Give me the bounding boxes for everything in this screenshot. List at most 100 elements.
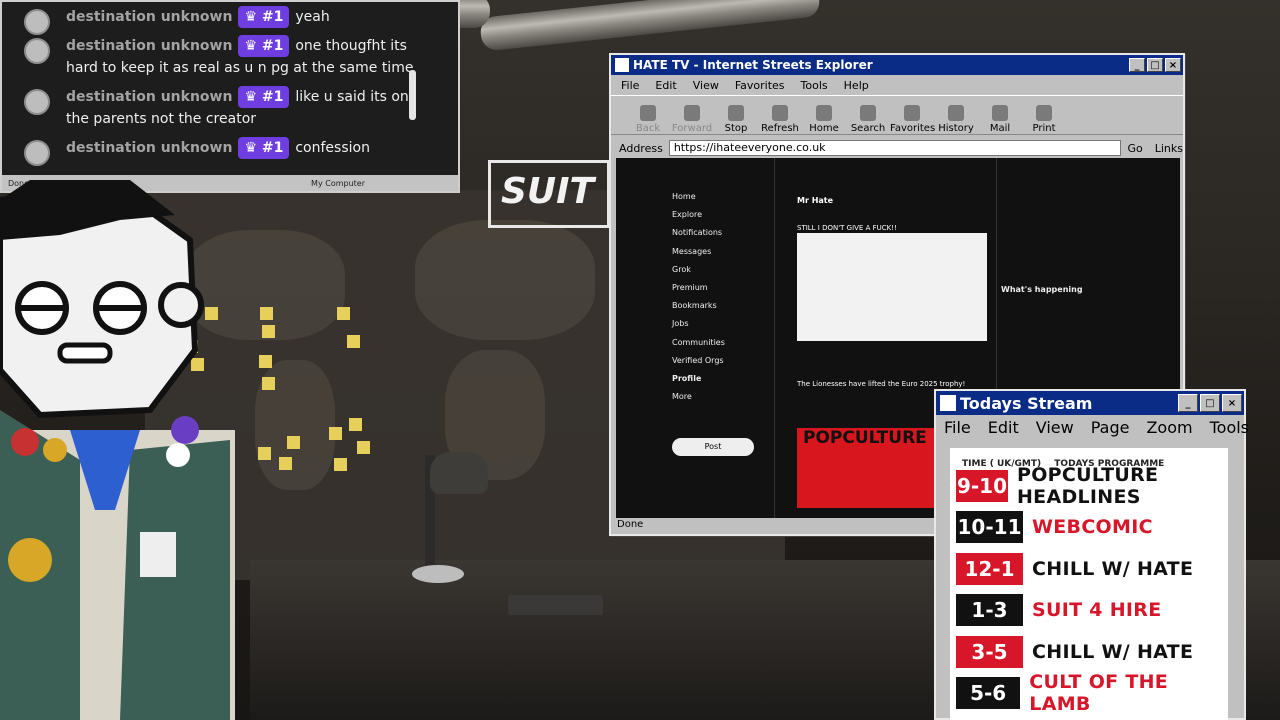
crown-badge: ♛ #1 bbox=[238, 35, 290, 57]
chat-window: destination unknown ♛ #1 yeah destination … bbox=[0, 0, 460, 193]
schedule-row: 1-3 SUIT 4 HIRE bbox=[956, 594, 1161, 626]
mr-hate-character bbox=[0, 180, 235, 720]
schedule-time: 3-5 bbox=[956, 636, 1023, 668]
address-label: Address bbox=[619, 141, 663, 155]
schedule-programme: POPCULTURE HEADLINES bbox=[1016, 464, 1159, 508]
schedule-programme: CHILL W/ HATE bbox=[1032, 558, 1194, 580]
go-button[interactable]: Go bbox=[1127, 142, 1142, 155]
schedule-row: 9-10 POPCULTURE HEADLINES bbox=[956, 464, 1228, 508]
user-avatar bbox=[24, 89, 50, 115]
schedule-row: 3-5 CHILL W/ HATE bbox=[956, 636, 1193, 668]
refresh-icon bbox=[772, 105, 788, 121]
tweet-image[interactable] bbox=[797, 233, 987, 341]
x-sidebar: Home Explore Notifications Messages Grok… bbox=[672, 192, 782, 410]
close-button[interactable]: × bbox=[1222, 394, 1242, 412]
menu-zoom[interactable]: Zoom bbox=[1146, 418, 1192, 437]
menu-help[interactable]: Help bbox=[844, 79, 869, 92]
menu-page[interactable]: Page bbox=[1091, 418, 1130, 437]
schedule-time: 9-10 bbox=[956, 470, 1008, 502]
nav-messages[interactable]: Messages bbox=[672, 247, 782, 265]
menu-edit[interactable]: Edit bbox=[988, 418, 1019, 437]
menu-favorites[interactable]: Favorites bbox=[735, 79, 785, 92]
crown-badge: ♛ #1 bbox=[238, 6, 290, 28]
stream-menubar: File Edit View Page Zoom Tools bbox=[936, 415, 1249, 439]
schedule-time: 5-6 bbox=[956, 677, 1021, 709]
stream-titlebar[interactable]: Todays Stream _ □ × bbox=[936, 391, 1244, 415]
mail-icon bbox=[992, 105, 1008, 121]
browser-title: HATE TV - Internet Streets Explorer bbox=[633, 58, 873, 72]
chat-text: confession bbox=[295, 140, 370, 156]
back-arrow-icon bbox=[640, 105, 656, 121]
status-my-computer: My Computer bbox=[311, 178, 365, 188]
user-avatar bbox=[24, 9, 50, 35]
nav-bookmarks[interactable]: Bookmarks bbox=[672, 301, 782, 319]
menu-edit[interactable]: Edit bbox=[655, 79, 676, 92]
print-label: Print bbox=[1032, 123, 1056, 134]
chat-message: destination unknown ♛ #1 yeah bbox=[24, 6, 436, 35]
schedule-programme: WEBCOMIC bbox=[1032, 516, 1153, 538]
nav-notifications[interactable]: Notifications bbox=[672, 228, 782, 246]
refresh-label: Refresh bbox=[761, 123, 799, 134]
chat-username[interactable]: destination unknown bbox=[66, 38, 232, 54]
badge-label: #1 bbox=[261, 38, 284, 54]
chat-message: destination unknown ♛ #1 one thougfht its … bbox=[24, 35, 436, 79]
links-button[interactable]: Links bbox=[1155, 142, 1183, 155]
refresh-button[interactable]: Refresh bbox=[758, 105, 802, 134]
home-button[interactable]: Home bbox=[802, 105, 846, 134]
crown-badge: ♛ #1 bbox=[238, 86, 290, 108]
favorites-label: Favorites bbox=[890, 123, 936, 134]
maximize-button[interactable]: □ bbox=[1200, 394, 1220, 412]
menu-file[interactable]: File bbox=[621, 79, 639, 92]
menu-view[interactable]: View bbox=[1036, 418, 1074, 437]
search-button[interactable]: Search bbox=[846, 105, 890, 134]
forward-button[interactable]: Forward bbox=[670, 105, 714, 134]
schedule-programme: CULT OF THE LAMB bbox=[1029, 671, 1169, 715]
schedule-time: 1-3 bbox=[956, 594, 1023, 626]
chat-message-list: destination unknown ♛ #1 yeah destination … bbox=[2, 2, 458, 166]
nav-communities[interactable]: Communities bbox=[672, 338, 782, 356]
menu-file[interactable]: File bbox=[944, 418, 971, 437]
minimize-button[interactable]: _ bbox=[1129, 58, 1145, 72]
window-icon bbox=[940, 395, 956, 411]
nav-verified-orgs[interactable]: Verified Orgs bbox=[672, 356, 782, 374]
ceiling-pipe bbox=[479, 0, 821, 52]
schedule-row: 12-1 CHILL W/ HATE bbox=[956, 553, 1193, 585]
close-button[interactable]: × bbox=[1165, 58, 1181, 72]
chat-username[interactable]: destination unknown bbox=[66, 89, 232, 105]
nav-premium[interactable]: Premium bbox=[672, 283, 782, 301]
menu-view[interactable]: View bbox=[693, 79, 719, 92]
profile-name[interactable]: Mr Hate bbox=[797, 196, 833, 205]
url-input[interactable]: https://ihateeveryone.co.uk bbox=[668, 140, 1122, 156]
nav-home[interactable]: Home bbox=[672, 192, 782, 210]
browser-titlebar[interactable]: HATE TV - Internet Streets Explorer _ □ … bbox=[611, 55, 1183, 75]
minimize-button[interactable]: _ bbox=[1178, 394, 1198, 412]
search-label: Search bbox=[850, 123, 886, 134]
maximize-button[interactable]: □ bbox=[1147, 58, 1163, 72]
pistol bbox=[508, 595, 603, 615]
chat-scrollbar[interactable] bbox=[409, 70, 416, 120]
chat-username[interactable]: destination unknown bbox=[66, 9, 232, 25]
chat-message: destination unknown ♛ #1 confession bbox=[24, 137, 436, 166]
print-button[interactable]: Print bbox=[1022, 105, 1066, 134]
schedule-programme: CHILL W/ HATE bbox=[1032, 641, 1194, 663]
history-label: History bbox=[938, 123, 974, 134]
favorites-button[interactable]: Favorites bbox=[890, 105, 936, 134]
stop-button[interactable]: Stop bbox=[714, 105, 758, 134]
menu-tools[interactable]: Tools bbox=[1210, 418, 1249, 437]
forward-label: Forward bbox=[671, 123, 713, 134]
nav-more[interactable]: More bbox=[672, 392, 782, 410]
mail-button[interactable]: Mail bbox=[978, 105, 1022, 134]
nav-jobs[interactable]: Jobs bbox=[672, 319, 782, 337]
status-done: Done bbox=[617, 519, 644, 530]
post-button[interactable]: Post bbox=[672, 438, 754, 456]
nav-profile[interactable]: Profile bbox=[672, 374, 782, 392]
mail-label: Mail bbox=[989, 123, 1011, 134]
back-button[interactable]: Back bbox=[626, 105, 670, 134]
stream-schedule-window: Todays Stream _ □ × File Edit View Page … bbox=[934, 389, 1249, 720]
schedule-content: TIME ( UK/GMT) TODAYS PROGRAMME 9-10 POP… bbox=[950, 448, 1228, 720]
nav-explore[interactable]: Explore bbox=[672, 210, 782, 228]
nav-grok[interactable]: Grok bbox=[672, 265, 782, 283]
history-button[interactable]: History bbox=[934, 105, 978, 134]
chat-username[interactable]: destination unknown bbox=[66, 140, 232, 156]
menu-tools[interactable]: Tools bbox=[801, 79, 828, 92]
